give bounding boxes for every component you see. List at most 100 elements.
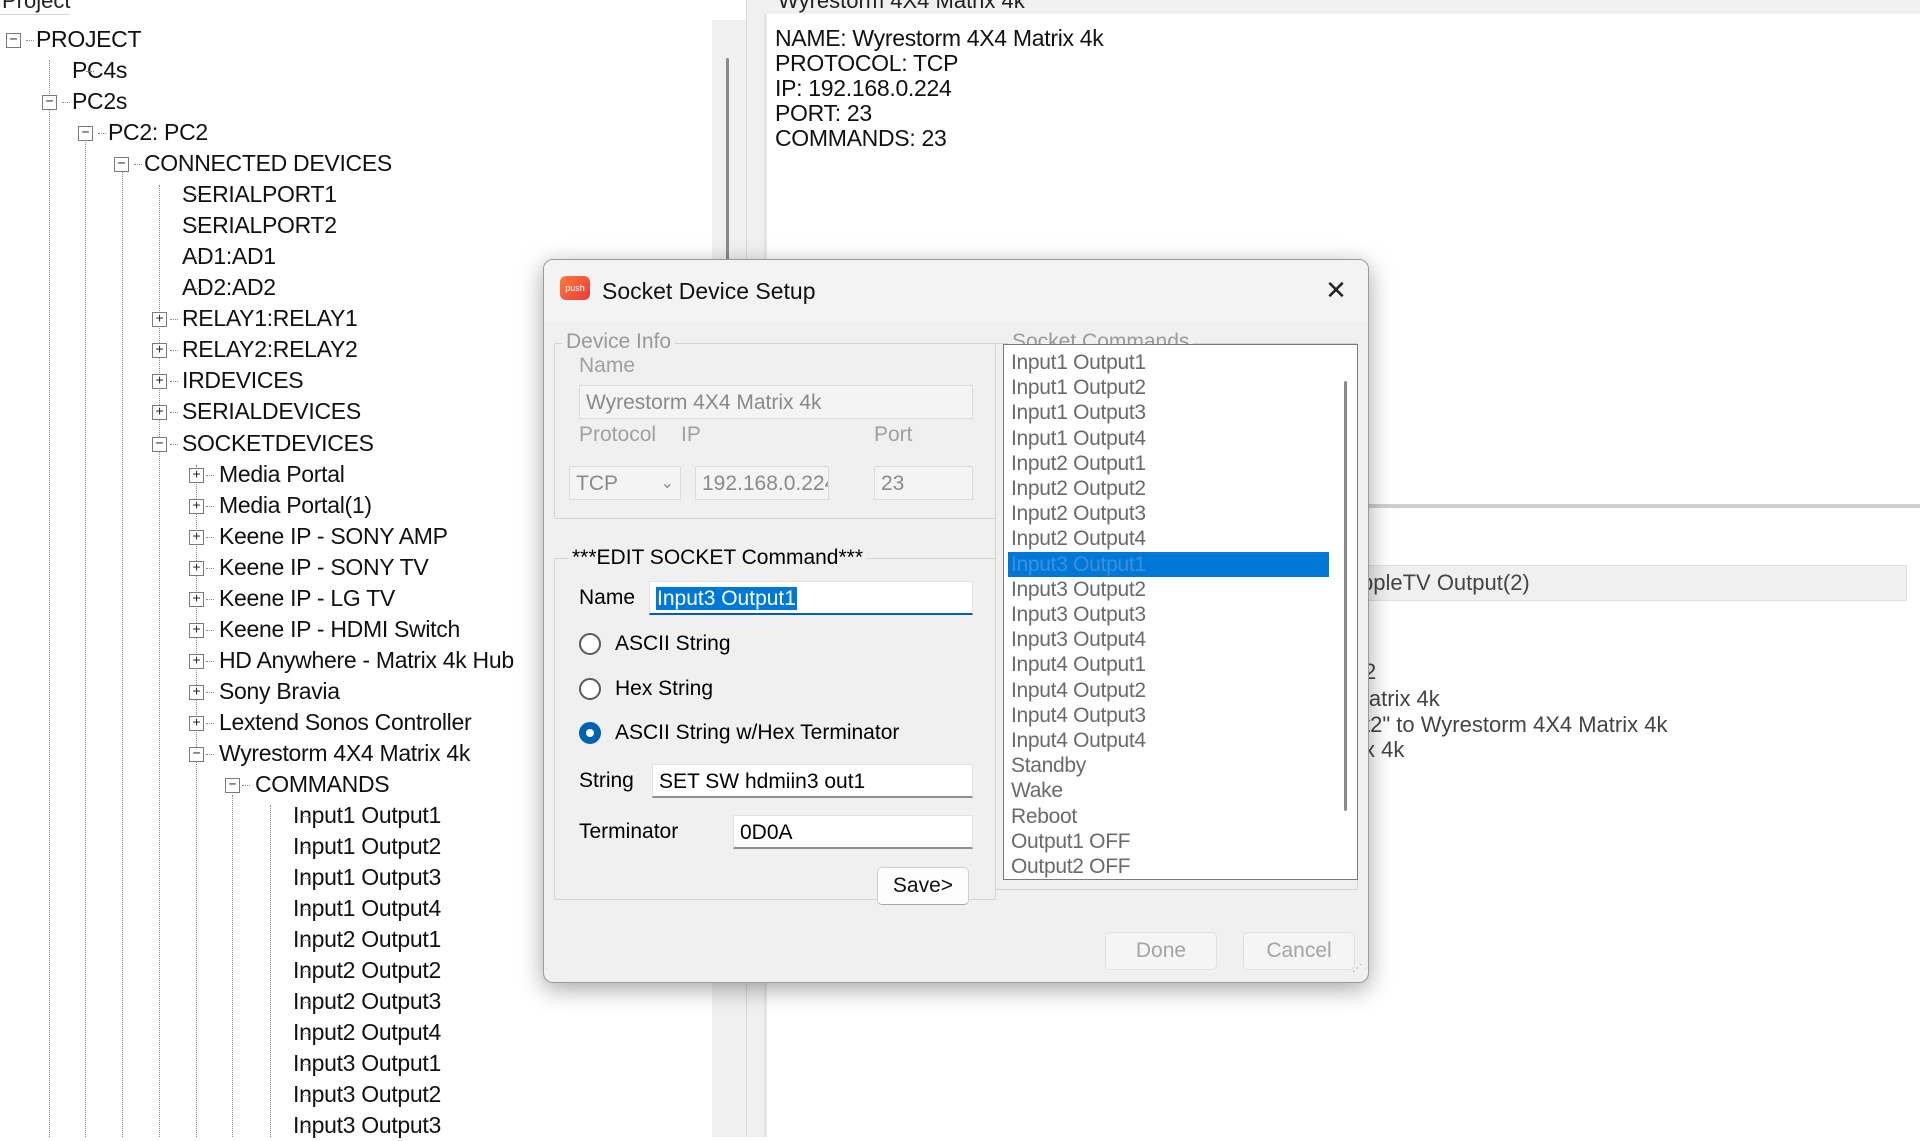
close-icon[interactable]: ✕	[1314, 270, 1358, 310]
string-field[interactable]: SET SW hdmiin3 out1	[652, 764, 973, 798]
tree-item[interactable]: PC4s	[72, 55, 127, 86]
command-list-item[interactable]: Input3 Output1	[1008, 551, 1329, 577]
tree-item[interactable]: Input2 Output4	[293, 1017, 441, 1048]
tree-item[interactable]: Input1 Output3	[293, 862, 441, 893]
collapse-icon[interactable]: −	[78, 126, 93, 142]
radio-button[interactable]	[579, 633, 601, 655]
command-list-item[interactable]: Input2 Output4	[1008, 526, 1329, 551]
command-list-item[interactable]: Input2 Output1	[1008, 451, 1329, 476]
command-list-item[interactable]: Wake	[1008, 778, 1329, 803]
collapse-icon[interactable]: −	[152, 436, 167, 452]
command-list-item[interactable]: Reboot	[1008, 804, 1329, 829]
command-list-item[interactable]: Input3 Output2	[1008, 577, 1329, 602]
tree-item[interactable]: Input1 Output4	[293, 893, 441, 924]
tree-item[interactable]: PROJECT	[36, 24, 142, 55]
expand-icon[interactable]: +	[189, 591, 204, 607]
collapse-icon[interactable]: −	[6, 33, 21, 48]
tree-item[interactable]: SERIALPORT1	[182, 179, 337, 210]
tree-connector-line	[206, 660, 214, 662]
protocol-combo[interactable]: TCP ⌄	[569, 466, 681, 500]
output-selector[interactable]: ppleTV Output(2)	[1354, 565, 1907, 601]
tree-item[interactable]: PC2: PC2	[108, 117, 208, 148]
command-list-item[interactable]: Input2 Output3	[1008, 501, 1329, 526]
tree-item[interactable]: Keene IP - SONY AMP	[219, 521, 448, 552]
tree-connector-line	[302, 1126, 310, 1128]
radio-button-selected[interactable]	[579, 722, 601, 744]
tree-item[interactable]: Input2 Output1	[293, 924, 441, 955]
expand-icon[interactable]: +	[152, 312, 167, 328]
expand-icon[interactable]: +	[189, 653, 204, 669]
tree-item[interactable]: Wyrestorm 4X4 Matrix 4k	[219, 738, 470, 769]
command-list-item[interactable]: Input3 Output4	[1008, 627, 1329, 652]
list-scrollbar-thumb[interactable]	[1344, 381, 1347, 811]
radio-button[interactable]	[579, 678, 601, 700]
tree-item[interactable]: SOCKETDEVICES	[182, 428, 374, 459]
command-list-item[interactable]: Input4 Output2	[1008, 678, 1329, 703]
tree-connector-line	[134, 164, 142, 166]
command-list-item[interactable]: Input1 Output4	[1008, 426, 1329, 451]
tree-item[interactable]: Sony Bravia	[219, 676, 340, 707]
command-list-item[interactable]: Input4 Output3	[1008, 703, 1329, 728]
tree-item[interactable]: PC2s	[72, 86, 127, 117]
tree-item[interactable]: Input3 Output3	[293, 1110, 441, 1141]
radio-ascii-hex-terminator[interactable]: ASCII String w/Hex Terminator	[579, 717, 969, 751]
command-list-item[interactable]: Input2 Output2	[1008, 476, 1329, 501]
expand-icon[interactable]: +	[152, 374, 167, 390]
expand-icon[interactable]: +	[189, 684, 204, 700]
tree-item[interactable]: Keene IP - SONY TV	[219, 552, 429, 583]
command-list-item[interactable]: Input1 Output2	[1008, 375, 1329, 400]
expand-icon[interactable]: +	[189, 498, 204, 514]
terminator-field[interactable]: 0D0A	[733, 815, 973, 849]
tree-item[interactable]: Keene IP - LG TV	[219, 583, 395, 614]
command-list-item[interactable]: Input4 Output1	[1008, 652, 1329, 677]
expand-icon[interactable]: +	[189, 529, 204, 545]
tree-item[interactable]: HD Anywhere - Matrix 4k Hub	[219, 645, 514, 676]
expand-icon[interactable]: +	[152, 405, 167, 421]
tree-item[interactable]: CONNECTED DEVICES	[144, 148, 392, 179]
dialog-titlebar[interactable]: push Socket Device Setup ✕	[544, 260, 1368, 322]
command-list-item[interactable]: Output2 OFF	[1008, 854, 1329, 879]
tree-item[interactable]: SERIALPORT2	[182, 210, 337, 241]
radio-ascii-string[interactable]: ASCII String	[579, 628, 959, 662]
tree-item[interactable]: Input3 Output2	[293, 1079, 441, 1110]
device-name-field[interactable]: Wyrestorm 4X4 Matrix 4k	[579, 385, 973, 419]
tree-item[interactable]: Input1 Output2	[293, 831, 441, 862]
tree-item[interactable]: Input3 Output1	[293, 1048, 441, 1079]
expand-icon[interactable]: +	[189, 715, 204, 731]
ip-field[interactable]: 192.168.0.224	[695, 466, 829, 500]
port-field[interactable]: 23	[874, 466, 973, 500]
command-list-item[interactable]: Input3 Output3	[1008, 602, 1329, 627]
expand-icon[interactable]: +	[152, 343, 167, 359]
tree-item[interactable]: RELAY2:RELAY2	[182, 334, 358, 365]
tree-item[interactable]: Input1 Output1	[293, 800, 441, 831]
collapse-icon[interactable]: −	[189, 746, 204, 762]
tree-item[interactable]: Media Portal(1)	[219, 490, 372, 521]
tree-item[interactable]: COMMANDS	[255, 769, 390, 800]
tree-item[interactable]: IRDEVICES	[182, 365, 304, 396]
tree-item[interactable]: SERIALDEVICES	[182, 396, 361, 427]
resize-grip-icon[interactable]: ⋰	[1352, 964, 1364, 978]
command-list-item[interactable]: Input4 Output4	[1008, 728, 1329, 753]
expand-icon[interactable]: +	[189, 467, 204, 483]
save-button[interactable]: Save>	[877, 867, 969, 905]
socket-commands-list[interactable]: Input1 Output1 Input1 Output2 Input1 Outpu…	[1003, 344, 1358, 880]
tree-item[interactable]: Lextend Sonos Controller	[219, 707, 472, 738]
done-button[interactable]: Done	[1105, 932, 1217, 970]
tree-item[interactable]: Input2 Output2	[293, 955, 441, 986]
tree-item[interactable]: RELAY1:RELAY1	[182, 303, 358, 334]
tree-item[interactable]: Input2 Output3	[293, 986, 441, 1017]
command-list-item[interactable]: Input1 Output1	[1008, 350, 1329, 375]
expand-icon[interactable]: +	[189, 622, 204, 638]
tree-item[interactable]: Media Portal	[219, 459, 345, 490]
cancel-button[interactable]: Cancel	[1243, 932, 1355, 970]
command-name-field[interactable]: Input3 Output1	[649, 581, 973, 615]
tree-item[interactable]: Keene IP - HDMI Switch	[219, 614, 460, 645]
radio-hex-string[interactable]: Hex String	[579, 673, 959, 707]
command-list-item[interactable]: Standby	[1008, 753, 1329, 778]
collapse-icon[interactable]: −	[42, 95, 57, 111]
collapse-icon[interactable]: −	[114, 157, 129, 173]
command-list-item[interactable]: Output1 OFF	[1008, 829, 1329, 854]
expand-icon[interactable]: +	[189, 560, 204, 576]
command-list-item[interactable]: Input1 Output3	[1008, 400, 1329, 425]
collapse-icon[interactable]: −	[225, 777, 240, 793]
